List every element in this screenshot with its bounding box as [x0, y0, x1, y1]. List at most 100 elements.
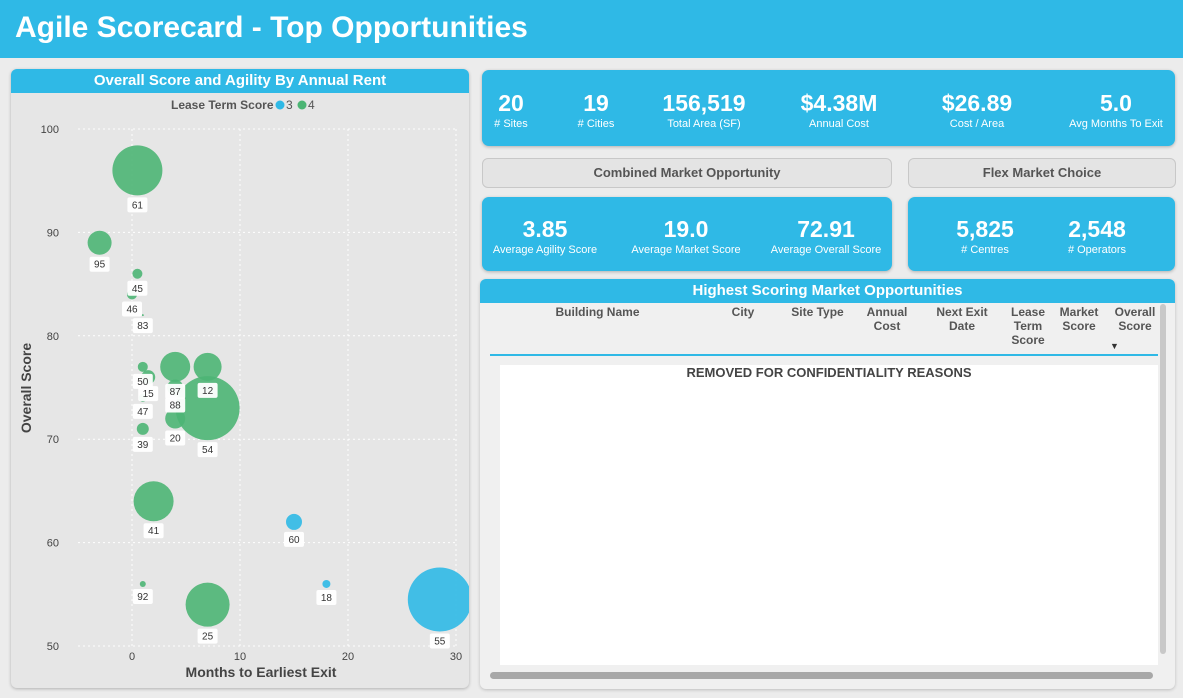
bubble-label: 60: [288, 535, 300, 546]
col-lease-term-score[interactable]: Lease Term Score: [1003, 305, 1053, 347]
bubble[interactable]: [185, 582, 230, 627]
bubble-label: 61: [132, 200, 144, 211]
kpi-label: Average Overall Score: [770, 244, 882, 256]
kpi-label: Total Area (SF): [667, 118, 741, 130]
bubble[interactable]: [133, 481, 174, 522]
bubble-label: 20: [170, 434, 182, 445]
legend-marker: [275, 100, 285, 110]
bubble-label: 47: [137, 407, 149, 418]
bubble-label: 41: [148, 526, 160, 537]
sort-desc-icon[interactable]: ▼: [1110, 341, 1119, 351]
kpi-value: $4.38M: [800, 90, 878, 116]
bubble[interactable]: [193, 352, 222, 381]
kpi-avg-market: 19.0 Average Market Score: [626, 215, 746, 257]
y-tick-label: 100: [41, 124, 59, 136]
bubble-label: 18: [321, 593, 333, 604]
col-city[interactable]: City: [723, 305, 763, 319]
bubble-label: 92: [137, 592, 149, 603]
kpi-label: # Cities: [577, 118, 615, 130]
scatter-chart[interactable]: Lease Term Score 3 4 0 10 20 30 50 60 70 80 90 100 Mo…: [11, 93, 469, 688]
bubble-label: 55: [434, 636, 446, 647]
y-tick-label: 60: [47, 538, 59, 550]
table-title: Highest Scoring Market Opportunities: [480, 279, 1175, 303]
kpi-annual-cost: $4.38M Annual Cost: [779, 89, 899, 131]
kpi-label: Average Agility Score: [492, 244, 598, 256]
opportunities-table-panel: Highest Scoring Market Opportunities Bui…: [480, 279, 1175, 689]
y-tick-label: 80: [47, 331, 59, 343]
col-market-score[interactable]: Market Score: [1055, 305, 1103, 333]
kpi-value: $26.89: [941, 90, 1013, 116]
kpi-value: 2,548: [1068, 216, 1126, 242]
bubble-label: 25: [202, 632, 214, 643]
bubble[interactable]: [286, 513, 302, 530]
bubble[interactable]: [139, 580, 146, 587]
page-title: Agile Scorecard - Top Opportunities: [15, 11, 528, 44]
flex-market-tab[interactable]: Flex Market Choice: [908, 158, 1176, 188]
flex-kpi-card: 5,825 # Centres 2,548 # Operators: [908, 197, 1175, 271]
kpi-operators: 2,548 # Operators: [1037, 215, 1157, 257]
legend-label: 3: [286, 98, 293, 112]
bubble-label: 83: [137, 321, 149, 332]
bubble-label: 88: [170, 401, 182, 412]
scatter-chart-title: Overall Score and Agility By Annual Rent: [11, 69, 469, 93]
bubble-label: 87: [170, 387, 182, 398]
kpi-label: Annual Cost: [809, 118, 869, 130]
header-underline: [490, 354, 1158, 356]
redacted-table-body: REMOVED FOR CONFIDENTIALITY REASONS: [500, 365, 1158, 665]
summary-kpi-card: 20 # Sites 19 # Cities 156,519 Total Are…: [482, 70, 1175, 146]
legend-label: 4: [308, 98, 315, 112]
kpi-centres: 5,825 # Centres: [925, 215, 1045, 257]
kpi-avg-months: 5.0 Avg Months To Exit: [1056, 89, 1176, 131]
kpi-value: 3.85: [522, 216, 568, 242]
col-site-type[interactable]: Site Type: [785, 305, 850, 319]
x-axis-label: Months to Earliest Exit: [186, 664, 337, 680]
kpi-value: 5.0: [1100, 90, 1132, 116]
x-tick-label: 10: [234, 651, 246, 663]
kpi-cities: 19 # Cities: [536, 89, 656, 131]
x-tick-label: 20: [342, 651, 354, 663]
kpi-value: 19: [583, 90, 609, 116]
kpi-value: 5,825: [956, 216, 1014, 242]
x-tick-label: 30: [450, 651, 462, 663]
bubble[interactable]: [407, 567, 469, 632]
x-tick-label: 0: [129, 651, 135, 663]
kpi-value: 19.0: [663, 216, 709, 242]
kpi-label: # Centres: [961, 244, 1009, 256]
bubble-label: 95: [94, 260, 106, 271]
kpi-cost-area: $26.89 Cost / Area: [917, 89, 1037, 131]
bubble[interactable]: [132, 268, 143, 279]
redaction-notice: REMOVED FOR CONFIDENTIALITY REASONS: [686, 365, 972, 380]
y-tick-label: 90: [47, 227, 59, 239]
bubble[interactable]: [322, 579, 331, 588]
dashboard-header: Agile Scorecard - Top Opportunities: [0, 0, 1183, 58]
bubble[interactable]: [137, 361, 148, 372]
kpi-value: 72.91: [797, 216, 855, 242]
legend-marker: [297, 100, 307, 110]
vertical-scrollbar[interactable]: [1160, 304, 1166, 654]
combined-market-tab[interactable]: Combined Market Opportunity: [482, 158, 892, 188]
bubble-label: 15: [143, 389, 155, 400]
kpi-avg-agility: 3.85 Average Agility Score: [485, 215, 605, 257]
col-overall-score[interactable]: Overall Score: [1108, 305, 1162, 333]
col-building-name[interactable]: Building Name: [540, 305, 655, 319]
kpi-value: 156,519: [662, 90, 746, 116]
bubble[interactable]: [87, 230, 112, 255]
bubble[interactable]: [112, 145, 163, 196]
combined-kpi-card: 3.85 Average Agility Score 19.0 Average …: [482, 197, 892, 271]
col-annual-cost[interactable]: Annual Cost: [859, 305, 915, 333]
bubble[interactable]: [136, 422, 149, 435]
kpi-avg-overall: 72.91 Average Overall Score: [766, 215, 886, 257]
kpi-label: Average Market Score: [631, 244, 741, 256]
bubble-label: 12: [202, 386, 214, 397]
bubble[interactable]: [160, 351, 191, 382]
kpi-total-area: 156,519 Total Area (SF): [644, 89, 764, 131]
y-tick-label: 70: [47, 434, 59, 446]
y-tick-label: 50: [47, 641, 59, 653]
kpi-label: # Operators: [1067, 244, 1127, 256]
horizontal-scrollbar[interactable]: [490, 672, 1153, 679]
y-axis-label: Overall Score: [18, 343, 34, 433]
bubble[interactable]: [141, 314, 144, 317]
kpi-label: Avg Months To Exit: [1069, 118, 1163, 130]
legend-title: Lease Term Score: [171, 98, 274, 112]
col-next-exit-date[interactable]: Next Exit Date: [929, 305, 995, 333]
